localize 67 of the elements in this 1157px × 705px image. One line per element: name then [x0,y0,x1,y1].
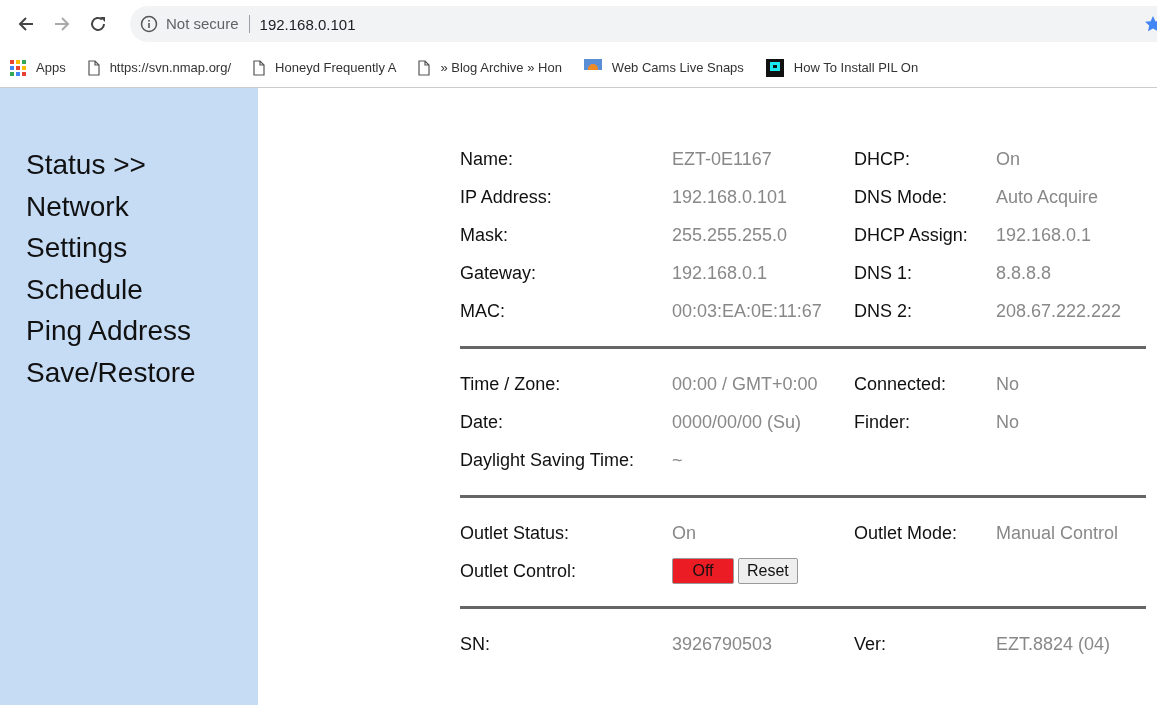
field-label: Mask: [460,224,508,246]
sunset-favicon-icon [583,58,602,77]
field-value: 00:03:EA:0E:11:67 [672,300,822,322]
info-icon [140,15,158,33]
field-label: Daylight Saving Time: [460,449,635,471]
field-value: Auto Acquire [996,186,1099,208]
star-icon[interactable] [1145,16,1157,32]
bookmark-link[interactable]: » Blog Archive » Hon [440,60,562,75]
field-label: Ver: [854,633,887,655]
field-value: Manual Control [996,522,1119,544]
field-value: ~ [672,449,683,471]
security-label: Not secure [166,15,250,33]
page-icon [418,59,431,76]
reset-button[interactable]: Reset [738,558,798,584]
off-button[interactable]: Off [672,558,734,584]
field-value: No [996,411,1019,433]
field-value: No [996,373,1019,395]
nav-link[interactable]: Status >> [0,144,146,186]
field-label: SN: [460,633,490,655]
field-value: 192.168.0.1 [996,224,1092,246]
nav-link[interactable]: Schedule [0,268,143,310]
bookmark-link[interactable]: https://svn.nmap.org/ [109,60,232,75]
field-label: DNS Mode: [854,186,948,208]
field-value: 208.67.222.222 [996,300,1122,322]
field-value: On [996,148,1020,170]
apps-grid-icon [10,59,26,76]
field-label: Outlet Control: [460,560,577,582]
field-label: Time / Zone: [460,373,561,395]
field-value: 3926790503 [672,633,773,655]
nav-link[interactable]: Ping Address [0,310,191,352]
bookmark-link[interactable]: Honeyd Frequently A [275,60,397,75]
page-icon [87,59,100,76]
field-label: Finder: [854,411,911,433]
field-value: 0000/00/00 (Su) [672,411,802,433]
field-label: IP Address: [460,186,552,208]
field-label: DHCP Assign: [854,224,968,246]
field-value: 192.168.0.101 [672,186,788,208]
field-label: DHCP: [854,148,910,170]
field-value: 00:00 / GMT+0:00 [672,373,818,395]
field-value: On [672,522,696,544]
field-value: EZT.8824 (04) [996,633,1111,655]
nav-link[interactable]: Network [0,185,129,227]
field-value: 255.255.255.0 [672,224,788,246]
bookmark-link[interactable]: Web Cams Live Snaps [611,60,744,75]
field-label: Outlet Status: [460,522,570,544]
back-arrow-icon [17,15,35,33]
field-label: Outlet Mode: [854,522,958,544]
nav-link[interactable]: Save/Restore [0,351,196,393]
page-icon [253,59,266,76]
url-text: 192.168.0.101 [258,15,356,33]
field-label: Date: [460,411,504,433]
nav-link[interactable]: Settings [0,227,128,269]
field-label: DNS 1: [854,262,913,284]
field-value: 192.168.0.1 [672,262,768,284]
bookmark-link[interactable]: How To Install PIL On [793,60,919,75]
field-label: DNS 2: [854,300,913,322]
field-label: Name: [460,148,513,170]
address-bar[interactable]: Not secure 192.168.0.101 [130,6,1157,42]
field-value: 8.8.8.8 [996,262,1052,284]
bookmark-link[interactable]: Apps [36,60,66,75]
field-value: EZT-0E1167 [672,148,772,170]
field-label: Connected: [854,373,947,395]
field-label: MAC: [460,300,505,322]
field-label: Gateway: [460,262,537,284]
reload-icon [89,15,107,33]
square-favicon-icon [765,58,784,77]
forward-arrow-icon [53,15,71,33]
